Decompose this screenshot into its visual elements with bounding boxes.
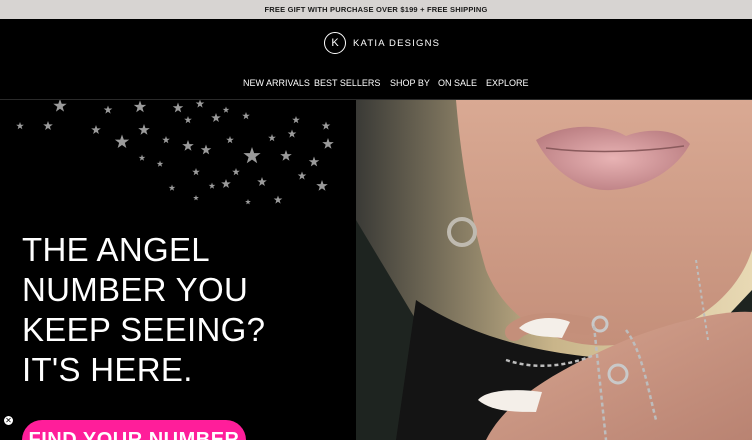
announcement-bar: FREE GIFT WITH PURCHASE OVER $199 + FREE… <box>0 0 752 19</box>
nav-shop-by[interactable]: SHOP BY <box>390 78 430 88</box>
nav-new-arrivals[interactable]: NEW ARRIVALS <box>243 78 310 88</box>
main-nav: NEW ARRIVALS BEST SELLERS SHOP BY ON SAL… <box>0 78 752 92</box>
hero-banner[interactable]: THE ANGEL NUMBER YOU KEEP SEEING? IT'S H… <box>0 100 752 440</box>
stars-decoration <box>16 100 334 205</box>
nav-explore[interactable]: EXPLORE <box>486 78 529 88</box>
hero-headline: THE ANGEL NUMBER YOU KEEP SEEING? IT'S H… <box>22 231 266 388</box>
nav-best-sellers[interactable]: BEST SELLERS <box>314 78 380 88</box>
close-icon[interactable]: ✕ <box>3 415 14 426</box>
logo-mark-icon: K <box>324 32 346 54</box>
find-your-number-button[interactable]: FIND YOUR NUMBER <box>22 420 246 440</box>
site-header: K KATIA DESIGNS NEW ARRIVALS BEST SELLER… <box>0 19 752 100</box>
hero-photo <box>356 100 752 440</box>
brand-name: KATIA DESIGNS <box>353 37 441 49</box>
nav-on-sale[interactable]: ON SALE <box>438 78 477 88</box>
model-photo-illustration <box>356 100 752 440</box>
brand-logo[interactable]: K KATIA DESIGNS <box>324 32 440 54</box>
hero-text-panel: THE ANGEL NUMBER YOU KEEP SEEING? IT'S H… <box>0 100 356 440</box>
announcement-text: FREE GIFT WITH PURCHASE OVER $199 + FREE… <box>264 5 488 14</box>
